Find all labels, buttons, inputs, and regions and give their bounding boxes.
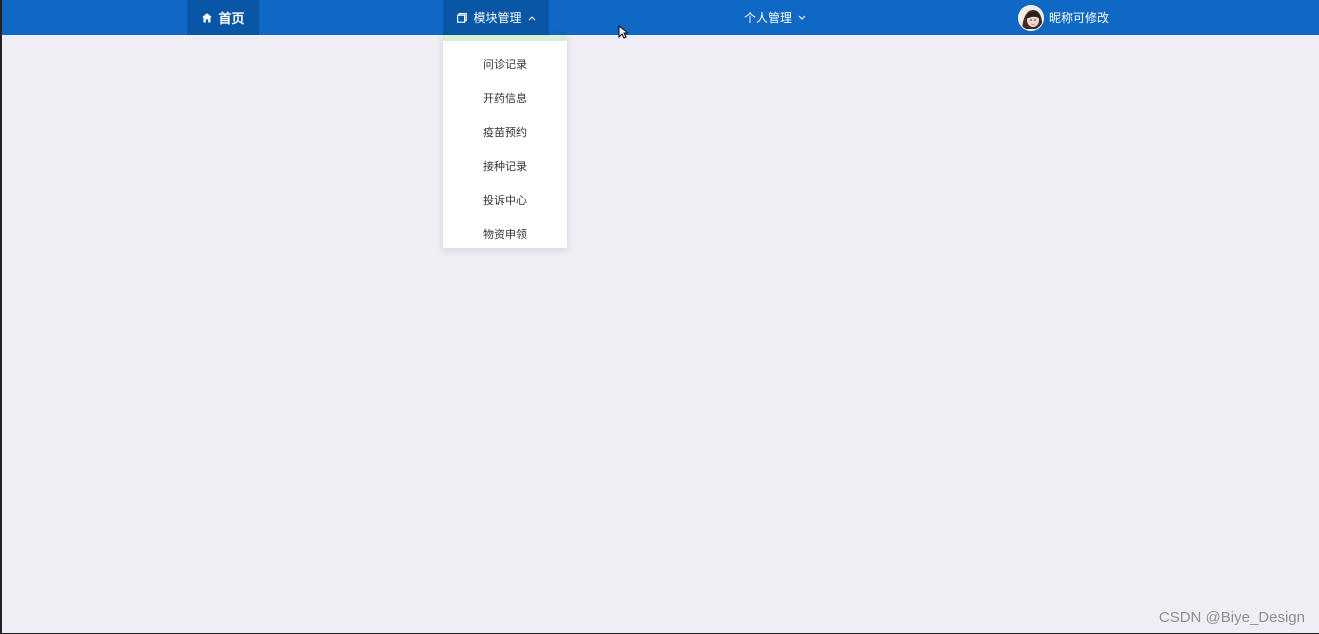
app-frame: 首页 模块管理 个人管理 昵称可修改 问诊记录 开药信息 疫苗预约 接种记录 投… bbox=[0, 0, 1319, 634]
watermark-text: CSDN @Biye_Design bbox=[1158, 609, 1305, 626]
nav-personal-management[interactable]: 个人管理 bbox=[730, 0, 820, 35]
dropdown-item-supply-requests[interactable]: 物资申领 bbox=[443, 218, 567, 252]
chevron-up-icon bbox=[528, 15, 536, 21]
home-icon bbox=[201, 12, 213, 24]
dropdown-item-complaint-center[interactable]: 投诉中心 bbox=[443, 184, 567, 218]
dropdown-item-prescription-info[interactable]: 开药信息 bbox=[443, 82, 567, 116]
chevron-down-icon bbox=[798, 15, 806, 21]
dropdown-item-vaccine-appointment[interactable]: 疫苗预约 bbox=[443, 116, 567, 150]
dropdown-item-vaccination-records[interactable]: 接种记录 bbox=[443, 150, 567, 184]
nav-home-label: 首页 bbox=[218, 12, 245, 27]
user-name-label: 昵称可修改 bbox=[1049, 11, 1110, 25]
mouse-cursor-icon bbox=[618, 24, 630, 39]
top-navigation-bar: 首页 模块管理 个人管理 昵称可修改 bbox=[2, 0, 1319, 35]
nav-home-button[interactable]: 首页 bbox=[187, 0, 259, 35]
nav-personal-label: 个人管理 bbox=[743, 11, 792, 25]
nav-module-label: 模块管理 bbox=[473, 11, 522, 25]
nav-module-management[interactable]: 模块管理 bbox=[443, 0, 549, 35]
avatar bbox=[1018, 4, 1044, 31]
module-management-dropdown: 问诊记录 开药信息 疫苗预约 接种记录 投诉中心 物资申领 bbox=[443, 35, 567, 248]
copy-icon bbox=[456, 12, 468, 24]
dropdown-item-consultation-records[interactable]: 问诊记录 bbox=[443, 48, 567, 82]
user-profile-menu[interactable]: 昵称可修改 bbox=[1018, 0, 1113, 35]
